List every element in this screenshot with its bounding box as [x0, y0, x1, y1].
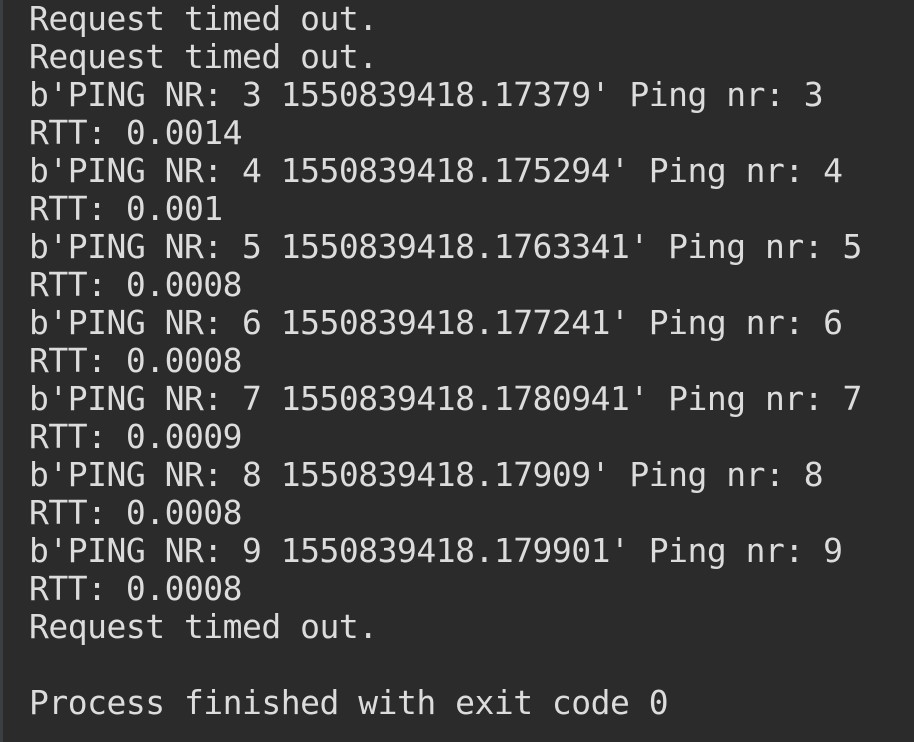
- console-line-10: RTT: 0.0008: [29, 341, 243, 380]
- console-output: Request timed out. Request timed out. b'…: [29, 0, 862, 646]
- console-line-1: Request timed out.: [29, 0, 378, 38]
- console-line-9: b'PING NR: 6 1550839418.177241' Ping nr:…: [29, 303, 843, 342]
- console-line-11: b'PING NR: 7 1550839418.1780941' Ping nr…: [29, 379, 862, 418]
- console-line-12: RTT: 0.0009: [29, 417, 243, 456]
- console-line-3: b'PING NR: 3 1550839418.17379' Ping nr: …: [29, 75, 824, 114]
- console-line-17: Request timed out.: [29, 607, 378, 646]
- console-line-13: b'PING NR: 8 1550839418.17909' Ping nr: …: [29, 455, 824, 494]
- console-line-15: b'PING NR: 9 1550839418.179901' Ping nr:…: [29, 531, 843, 570]
- run-console[interactable]: Request timed out. Request timed out. b'…: [0, 0, 914, 742]
- process-exit-message: Process finished with exit code 0: [29, 683, 669, 722]
- console-line-4: RTT: 0.0014: [29, 113, 243, 152]
- console-line-2: Request timed out.: [29, 37, 378, 76]
- console-line-6: RTT: 0.001: [29, 189, 223, 228]
- console-line-14: RTT: 0.0008: [29, 493, 243, 532]
- console-line-5: b'PING NR: 4 1550839418.175294' Ping nr:…: [29, 151, 843, 190]
- console-line-7: b'PING NR: 5 1550839418.1763341' Ping nr…: [29, 227, 862, 266]
- console-line-16: RTT: 0.0008: [29, 569, 243, 608]
- console-line-8: RTT: 0.0008: [29, 265, 243, 304]
